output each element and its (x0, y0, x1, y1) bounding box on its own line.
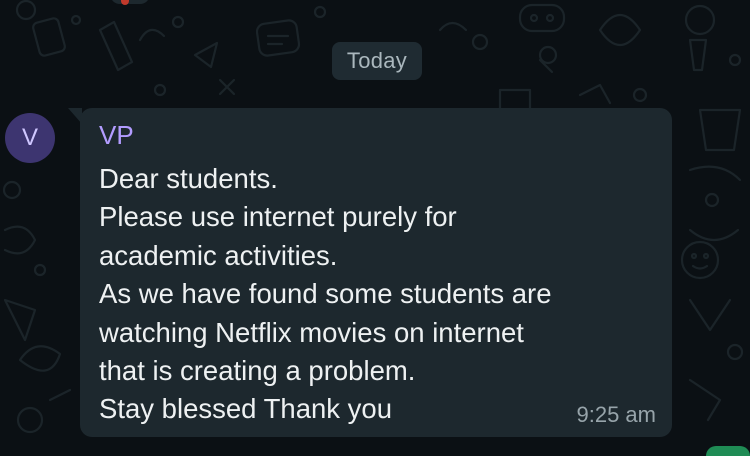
sender-name[interactable]: VP (99, 120, 134, 150)
message-timestamp: 9:25 am (576, 402, 657, 427)
date-separator-chip: Today (332, 42, 422, 80)
message-line: Please use internet purely for (99, 201, 457, 233)
message-line: As we have found some students are (99, 278, 552, 310)
floating-action-button-edge[interactable] (706, 446, 750, 456)
message-text: Dear students. Please use internet purel… (99, 160, 552, 429)
message-bubble[interactable]: VP Dear students. Please use internet pu… (80, 108, 672, 437)
message-line: that is creating a problem. (99, 355, 416, 387)
message-line: Dear students. (99, 163, 278, 194)
message-line: academic activities. (99, 239, 338, 271)
message-line: Stay blessed Thank you (99, 393, 393, 425)
message-line: watching Netflix movies on internet (99, 316, 524, 348)
sender-avatar[interactable]: V (5, 113, 55, 163)
